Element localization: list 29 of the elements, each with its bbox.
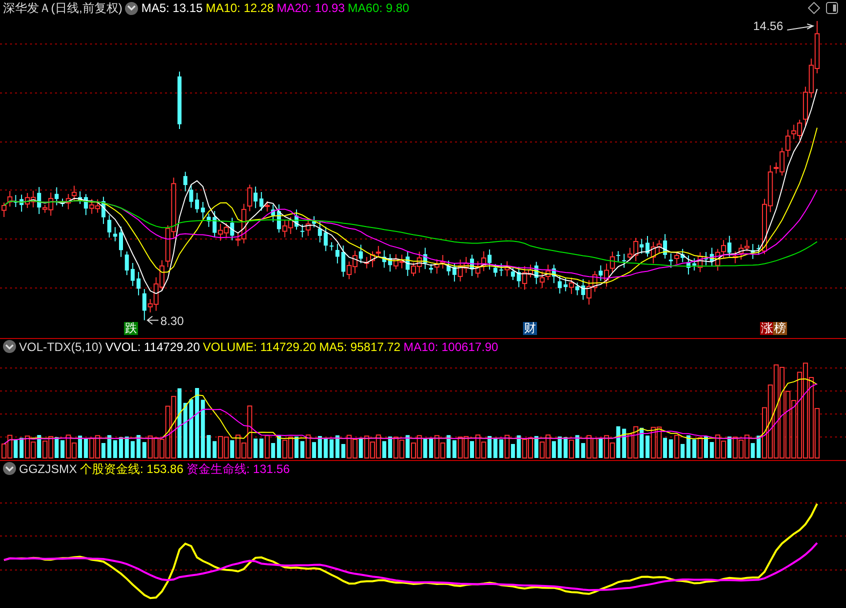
chevron-down-icon[interactable]	[127, 5, 136, 11]
collapse-button[interactable]	[3, 462, 16, 475]
event-marker[interactable]: 财	[523, 322, 537, 335]
indicator-name: GGZJSMX	[19, 460, 78, 476]
leader-line	[786, 24, 814, 30]
indicator-value: MA10: 100617.90	[403, 338, 498, 354]
indicator-value: VOLUME: 114729.20	[202, 338, 316, 354]
panel-toggle-icon[interactable]	[826, 2, 838, 14]
indicator-value: MA60: 9.80	[348, 0, 410, 16]
collapse-button[interactable]	[3, 340, 16, 353]
indicator-value: VVOL: 114729.20	[105, 338, 200, 354]
indicator-value: 资金生命线: 131.56	[186, 460, 290, 476]
indicator-value: MA10: 12.28	[206, 0, 274, 16]
stock-title: 深华发Ａ(日线,前复权)	[3, 0, 122, 16]
indicator-name: VOL-TDX(5,10)	[19, 338, 102, 354]
indicator-value: MA5: 95817.72	[319, 338, 400, 354]
diamond-icon[interactable]	[808, 2, 820, 14]
chevron-down-icon[interactable]	[5, 466, 14, 472]
indicator-value: MA5: 13.15	[141, 0, 203, 16]
indicator-value: MA20: 10.93	[276, 0, 345, 16]
low-price-label: 8.30	[160, 314, 184, 328]
indicator-value: 个股资金线: 153.86	[80, 460, 184, 476]
event-marker[interactable]: 榜	[773, 322, 787, 335]
leader-line	[146, 316, 159, 325]
event-marker[interactable]: 跌	[124, 322, 138, 335]
high-price-label: 14.56	[753, 19, 784, 33]
collapse-button[interactable]	[125, 2, 138, 14]
event-marker[interactable]: 涨	[760, 322, 774, 335]
chevron-down-icon[interactable]	[5, 344, 14, 350]
